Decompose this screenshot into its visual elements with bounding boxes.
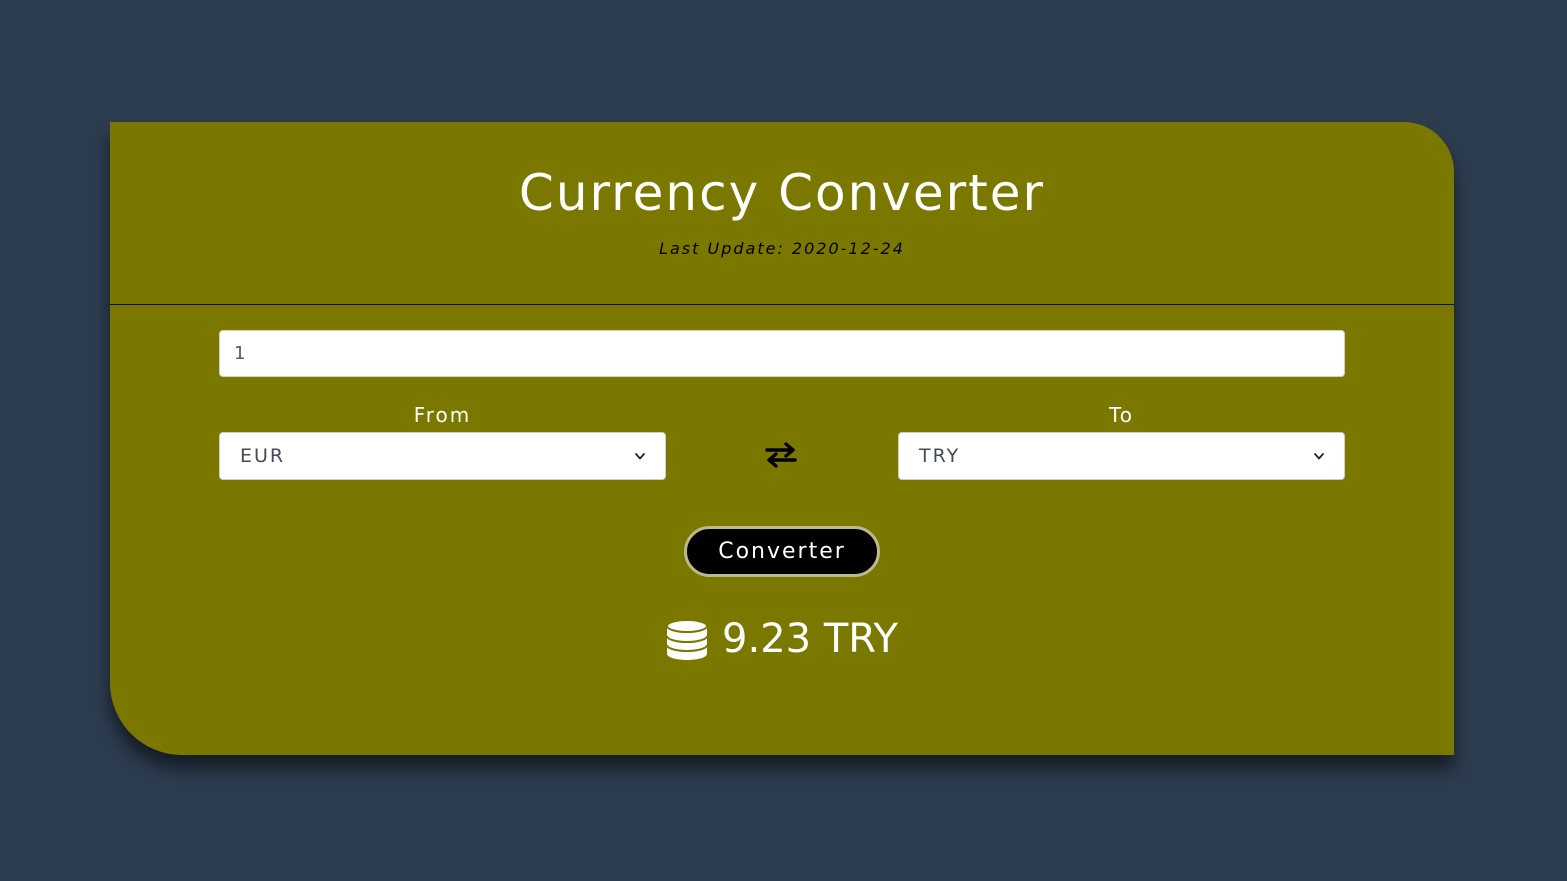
- coins-icon: [666, 617, 709, 661]
- from-label: From: [413, 403, 472, 427]
- swap-currencies-button[interactable]: [761, 439, 801, 471]
- to-currency-value: TRY: [919, 445, 961, 467]
- converter-card: Currency Converter Last Update: 2020-12-…: [110, 122, 1454, 755]
- page-title: Currency Converter: [518, 164, 1046, 222]
- from-currency-value: EUR: [240, 445, 286, 467]
- convert-button[interactable]: Converter: [684, 526, 880, 577]
- amount-input[interactable]: [219, 330, 1345, 377]
- result-amount: 9.23 TRY: [722, 616, 898, 662]
- last-update-text: Last Update: 2020-12-24: [659, 239, 905, 258]
- card-header: Currency Converter Last Update: 2020-12-…: [110, 122, 1454, 305]
- conversion-result: 9.23 TRY: [110, 616, 1454, 662]
- to-label: To: [1108, 403, 1135, 427]
- chevron-down-icon: [635, 451, 645, 461]
- swap-arrows-icon: [764, 442, 798, 468]
- chevron-down-icon: [1314, 451, 1324, 461]
- from-currency-select[interactable]: EUR: [219, 432, 666, 480]
- to-currency-select[interactable]: TRY: [898, 432, 1345, 480]
